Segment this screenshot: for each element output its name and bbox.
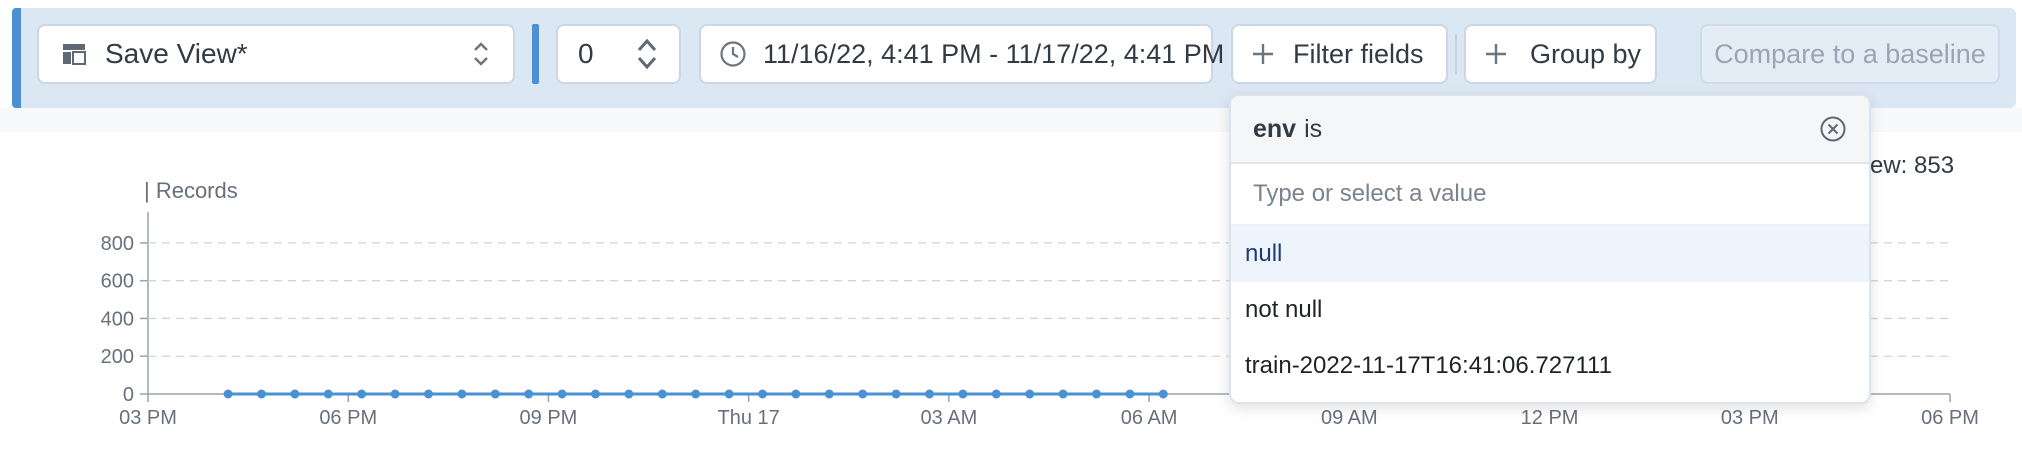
x-tick-label: 06 AM <box>1121 407 1178 429</box>
series-point <box>357 389 367 399</box>
series-point <box>958 389 968 399</box>
x-tick-label: 09 PM <box>520 407 578 429</box>
series-point <box>1091 389 1101 399</box>
x-tick-label: 03 PM <box>119 407 177 429</box>
series-point <box>457 389 467 399</box>
toolbar-separator <box>532 24 539 84</box>
series-point <box>390 389 400 399</box>
series-point <box>256 389 266 399</box>
series-point <box>858 389 868 399</box>
filter-condition-header: env is <box>1231 96 1869 164</box>
series-point <box>791 389 801 399</box>
filter-value-options: null not null train-2022-11-17T16:41:06.… <box>1231 226 1869 394</box>
y-tick-label: 800 <box>101 233 134 255</box>
series-point <box>757 389 767 399</box>
series-point <box>1158 389 1168 399</box>
filter-option-null[interactable]: null <box>1231 226 1869 282</box>
series-point <box>991 389 1001 399</box>
series-point <box>290 389 300 399</box>
series-point <box>524 389 534 399</box>
y-tick-label: 400 <box>101 308 134 330</box>
series-point <box>1125 389 1135 399</box>
plus-icon <box>1253 44 1273 64</box>
series-point <box>323 389 333 399</box>
filter-fields-button[interactable]: Filter fields <box>1231 24 1448 84</box>
filter-option-not-null[interactable]: not null <box>1231 282 1869 338</box>
filter-value-input[interactable] <box>1231 164 1869 226</box>
filter-value-dropdown: env is null not null train-2022-11-17T16… <box>1229 94 1871 404</box>
y-tick-label: 600 <box>101 271 134 293</box>
series-point <box>1058 389 1068 399</box>
up-down-chevron-icon <box>474 42 488 66</box>
group-by-label: Group by <box>1530 38 1642 69</box>
toolbar-accent-bar <box>12 8 21 108</box>
group-by-button[interactable]: Group by <box>1464 24 1657 84</box>
refresh-interval-stepper[interactable]: 0 <box>556 24 681 84</box>
x-tick-label: 12 PM <box>1521 407 1579 429</box>
layout-icon <box>63 44 86 65</box>
plus-icon <box>1486 44 1506 64</box>
x-tick-label: 03 AM <box>921 407 978 429</box>
x-tick-label: 09 AM <box>1321 407 1378 429</box>
series-point <box>624 389 634 399</box>
series-point <box>1025 389 1035 399</box>
refresh-interval-value: 0 <box>578 38 594 69</box>
time-range-label: 11/16/22, 4:41 PM - 11/17/22, 4:41 PM <box>763 38 1225 69</box>
record-count-text: ew: 853 <box>1870 152 1955 179</box>
close-circle-icon[interactable] <box>1819 115 1847 143</box>
series-point <box>423 389 433 399</box>
filter-fields-label: Filter fields <box>1293 38 1424 69</box>
series-point <box>824 389 834 399</box>
y-axis-label: | Records <box>144 178 238 203</box>
series-point <box>691 389 701 399</box>
x-tick-label: 06 PM <box>319 407 377 429</box>
series-point <box>490 389 500 399</box>
series-point <box>924 389 934 399</box>
clock-icon <box>720 41 746 67</box>
compare-baseline-label: Compare to a baseline <box>1714 38 1986 69</box>
series-point <box>657 389 667 399</box>
up-down-chevron-icon[interactable] <box>635 36 659 72</box>
filter-option-env-value[interactable]: train-2022-11-17T16:41:06.727111 <box>1231 338 1869 394</box>
save-view-label: Save View* <box>105 38 248 69</box>
series-point <box>891 389 901 399</box>
save-view-select[interactable]: Save View* <box>37 24 515 84</box>
series-point <box>223 389 233 399</box>
toolbar-divider <box>1455 34 1457 74</box>
filter-operator: is <box>1304 114 1323 143</box>
y-tick-label: 0 <box>123 384 134 406</box>
compare-baseline-button[interactable]: Compare to a baseline <box>1700 24 2000 84</box>
series-point <box>557 389 567 399</box>
y-tick-label: 200 <box>101 346 134 368</box>
series-point <box>724 389 734 399</box>
series-point <box>590 389 600 399</box>
x-tick-label: Thu 17 <box>718 407 780 429</box>
filter-field-key: env <box>1253 114 1297 143</box>
x-tick-label: 03 PM <box>1721 407 1779 429</box>
x-tick-label: 06 PM <box>1921 407 1979 429</box>
time-range-picker[interactable]: 11/16/22, 4:41 PM - 11/17/22, 4:41 PM <box>699 24 1224 84</box>
